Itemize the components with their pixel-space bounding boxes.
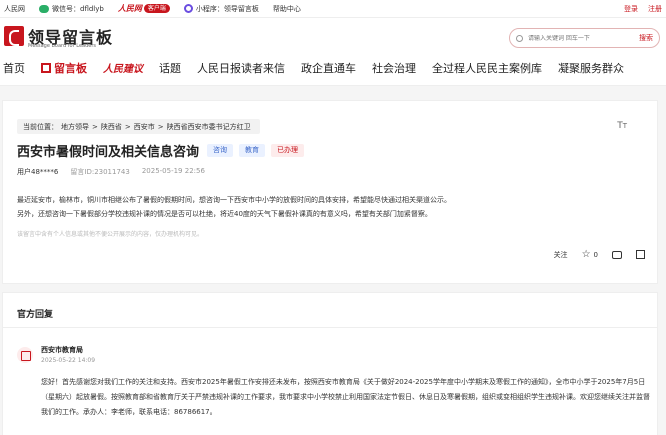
comment-button[interactable]	[612, 250, 622, 259]
post-meta: 用户48****6 留言ID:23011743 2025-05-19 22:56	[17, 167, 217, 177]
people-net-link[interactable]: 人民网	[4, 4, 25, 14]
breadcrumb-local-leaders[interactable]: 地方领导	[61, 122, 89, 132]
reply-text: 您好！首先感谢您对我们工作的关注和支持。西安市2025年暑假工作安排还未发布，按…	[41, 378, 650, 416]
official-reply-card: 官方回复 西安市教育局 2025-05-22 14:09 您好！首先感谢您对我们…	[2, 292, 658, 435]
post-body-line: 另外，还想咨询一下暑假部分学校违规补课的情况是否可以杜绝，将近40度的天气下暑假…	[17, 210, 432, 218]
star-button[interactable]: ☆ 0	[582, 249, 598, 260]
reply-time: 2025-05-22 14:09	[41, 357, 96, 364]
divider	[3, 327, 657, 328]
breadcrumb: 当前位置： 地方领导 > 陕西省 > 西安市 > 陕西省西安市委书记方红卫	[17, 119, 260, 134]
logo-icon[interactable]	[4, 26, 24, 46]
post-actions: 关注 ☆ 0	[540, 249, 645, 260]
nav-governance[interactable]: 社会治理	[372, 60, 416, 76]
post-id: 留言ID:23011743	[70, 168, 130, 176]
nav-service-label: 凝聚服务群众	[558, 61, 624, 75]
nav-message-board-label: 留言板	[54, 61, 87, 75]
search-box: 搜索	[509, 28, 660, 48]
nav-home[interactable]: 首页	[3, 60, 25, 76]
star-count: 0	[593, 250, 598, 259]
breadcrumb-leader[interactable]: 陕西省西安市委书记方红卫	[167, 122, 251, 132]
nav-suggestion-label: 人民建议	[103, 64, 143, 75]
help-label: 帮助中心	[272, 4, 301, 13]
nav-service[interactable]: 凝聚服务群众	[558, 60, 624, 76]
app-badge: 客户端	[143, 4, 170, 13]
breadcrumb-separator: >	[92, 122, 98, 131]
nav-home-label: 首页	[3, 61, 25, 75]
tag-consult: 咨询	[207, 144, 234, 157]
nav-reader-letters-label: 人民日报读者来信	[197, 61, 285, 75]
breadcrumb-separator: >	[157, 122, 164, 131]
follow-button[interactable]: 关注	[554, 250, 568, 260]
login-link[interactable]: 登录	[624, 4, 638, 14]
message-card: 当前位置： 地方领导 > 陕西省 > 西安市 > 陕西省西安市委书记方红卫 TT…	[2, 100, 658, 284]
org-avatar	[17, 347, 33, 363]
comment-icon	[612, 250, 622, 259]
edit-icon	[41, 62, 51, 73]
search-icon	[516, 34, 523, 42]
breadcrumb-xian[interactable]: 西安市	[134, 122, 155, 132]
search-input[interactable]	[528, 34, 616, 42]
font-size-icon[interactable]: TT	[617, 121, 627, 131]
breadcrumb-shaanxi[interactable]: 陕西省	[101, 122, 122, 132]
star-icon: ☆	[581, 249, 591, 260]
reply-section-title: 官方回复	[17, 310, 54, 320]
nav-message-board[interactable]: 留言板	[41, 60, 87, 76]
wechat-link[interactable]: 微信号：dfldlyb	[39, 4, 104, 14]
wechat-label: 微信号：dfldlyb	[52, 4, 104, 13]
renmin-logo: 人民网	[117, 4, 142, 13]
post-body: 最近延安市，榆林市，铜川市相继公布了暑假的假期时间，想咨询一下西安市中小学的放假…	[17, 193, 647, 221]
register-link[interactable]: 注册	[648, 4, 662, 14]
people-net-label: 人民网	[4, 4, 25, 13]
nav-governance-label: 社会治理	[372, 61, 416, 75]
wechat-icon	[39, 4, 49, 13]
status-badge: 已办理	[271, 144, 305, 157]
nav-topics[interactable]: 话题	[159, 60, 181, 76]
search-button[interactable]: 搜索	[639, 33, 653, 43]
title-row: 西安市暑假时间及相关信息咨询 咨询 教育 已办理	[17, 141, 310, 160]
post-title: 西安市暑假时间及相关信息咨询	[17, 145, 200, 160]
nav-reader-letters[interactable]: 人民日报读者来信	[197, 60, 285, 76]
breadcrumb-separator: >	[124, 122, 131, 131]
main-nav: 首页 留言板 人民建议 话题 人民日报读者来信 政企直通车 社会治理 全过程人民…	[0, 50, 666, 86]
breadcrumb-prefix: 当前位置：	[23, 122, 58, 131]
mini-program-label: 小程序：领导留言板	[195, 4, 259, 13]
nav-democracy-cases-label: 全过程人民民主案例库	[432, 61, 542, 75]
share-icon	[636, 250, 645, 259]
nav-enterprise-label: 政企直通车	[301, 61, 356, 75]
post-body-line: 最近延安市，榆林市，铜川市相继公布了暑假的假期时间，想咨询一下西安市中小学的放假…	[17, 196, 451, 204]
reply-org-name: 西安市教育局	[41, 346, 83, 354]
mini-program-icon	[183, 4, 193, 13]
tag-education: 教育	[239, 144, 266, 157]
nav-enterprise[interactable]: 政企直通车	[301, 60, 356, 76]
top-utility-bar: 人民网 微信号：dfldlyb 人民网 客户端 小程序：领导留言板 帮助中心 登录…	[0, 0, 666, 18]
nav-topics-label: 话题	[159, 61, 181, 75]
share-button[interactable]	[636, 250, 645, 259]
mini-program-link[interactable]: 小程序：领导留言板	[183, 4, 259, 14]
app-link[interactable]: 人民网 客户端	[118, 3, 170, 14]
post-user: 用户48****6	[17, 168, 59, 176]
post-time: 2025-05-19 22:56	[141, 167, 205, 175]
help-link[interactable]: 帮助中心	[273, 4, 301, 14]
nav-suggestion[interactable]: 人民建议	[103, 60, 143, 75]
privacy-note: 该留言中含有个人信息或其他不便公开展示的内容，仅办理机构可见。	[17, 231, 204, 238]
logo-subtitle: Message Board for Leaders	[28, 43, 97, 49]
header: 领导留言板 Message Board for Leaders 搜索	[0, 18, 666, 50]
nav-democracy-cases[interactable]: 全过程人民民主案例库	[432, 60, 542, 76]
